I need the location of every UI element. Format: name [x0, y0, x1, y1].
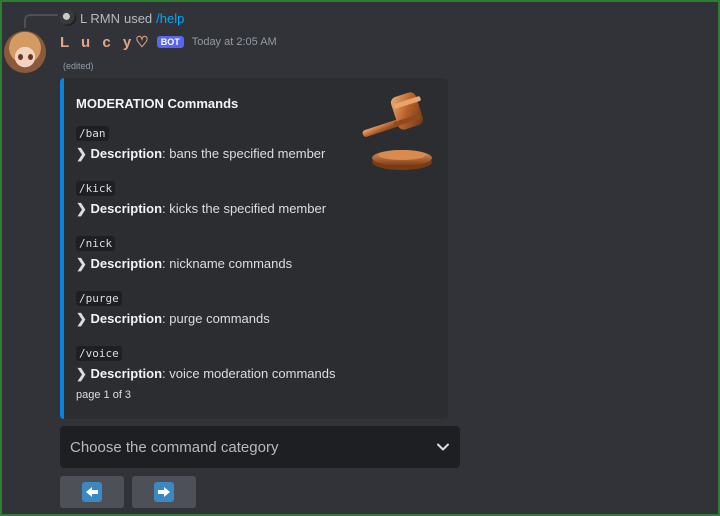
command-description: ❯ Description: bans the specified member — [76, 146, 325, 162]
bot-username[interactable]: L u c y♡ — [60, 33, 153, 51]
help-embed: MODERATION Commands /ban ❯ Description: … — [60, 78, 448, 419]
description-label: Description — [90, 366, 163, 381]
arrow-left-icon — [82, 482, 102, 502]
message-header: L u c y♡ BOT Today at 2:05 AM — [60, 33, 277, 51]
reply-avatar[interactable] — [60, 10, 76, 26]
description-text: : voice moderation commands — [162, 366, 336, 381]
command-description: ❯ Description: purge commands — [76, 311, 270, 327]
arrow-right-icon — [154, 482, 174, 502]
chevron-right-icon: ❯ — [76, 256, 87, 271]
gavel-icon[interactable] — [354, 88, 436, 174]
message-timestamp[interactable]: Today at 2:05 AM — [192, 36, 277, 48]
bot-badge: BOT — [156, 36, 184, 48]
description-label: Description — [90, 201, 163, 216]
description-text: : purge commands — [162, 311, 270, 326]
chevron-right-icon: ❯ — [76, 311, 87, 326]
chevron-right-icon: ❯ — [76, 366, 87, 381]
command-description: ❯ Description: nickname commands — [76, 256, 292, 272]
description-label: Description — [90, 311, 163, 326]
command-name: /nick — [76, 236, 116, 251]
reply-connector — [24, 14, 58, 28]
command-category-select[interactable]: Choose the command category — [60, 426, 460, 468]
description-text: : kicks the specified member — [162, 201, 327, 216]
command-field: /purge ❯ Description: purge commands — [76, 289, 270, 327]
description-text: : bans the specified member — [162, 146, 326, 161]
command-field: /ban ❯ Description: bans the specified m… — [76, 124, 325, 162]
command-field: /voice ❯ Description: voice moderation c… — [76, 344, 335, 382]
command-name: /kick — [76, 181, 116, 196]
next-page-button[interactable] — [132, 476, 196, 508]
command-description: ❯ Description: kicks the specified membe… — [76, 201, 326, 217]
edited-indicator: (edited) — [63, 61, 94, 71]
reply-used-text: used — [123, 10, 153, 26]
command-field: /kick ❯ Description: kicks the specified… — [76, 179, 326, 217]
description-label: Description — [90, 146, 163, 161]
command-field: /nick ❯ Description: nickname commands — [76, 234, 292, 272]
select-placeholder: Choose the command category — [70, 438, 279, 456]
reply-command[interactable]: /help — [156, 11, 184, 26]
command-name: /purge — [76, 291, 122, 306]
reply-username[interactable]: L RMN — [80, 11, 120, 26]
embed-title: MODERATION Commands — [76, 96, 239, 111]
chevron-right-icon: ❯ — [76, 201, 87, 216]
bot-avatar[interactable] — [4, 31, 46, 73]
description-text: : nickname commands — [162, 256, 293, 271]
embed-footer: page 1 of 3 — [76, 389, 132, 401]
previous-page-button[interactable] — [60, 476, 124, 508]
reply-context[interactable]: L RMN used /help — [60, 10, 184, 26]
chevron-down-icon — [437, 443, 449, 451]
command-name: /ban — [76, 126, 109, 141]
chevron-right-icon: ❯ — [76, 146, 87, 161]
description-label: Description — [90, 256, 163, 271]
command-name: /voice — [76, 346, 122, 361]
command-description: ❯ Description: voice moderation commands — [76, 366, 335, 382]
